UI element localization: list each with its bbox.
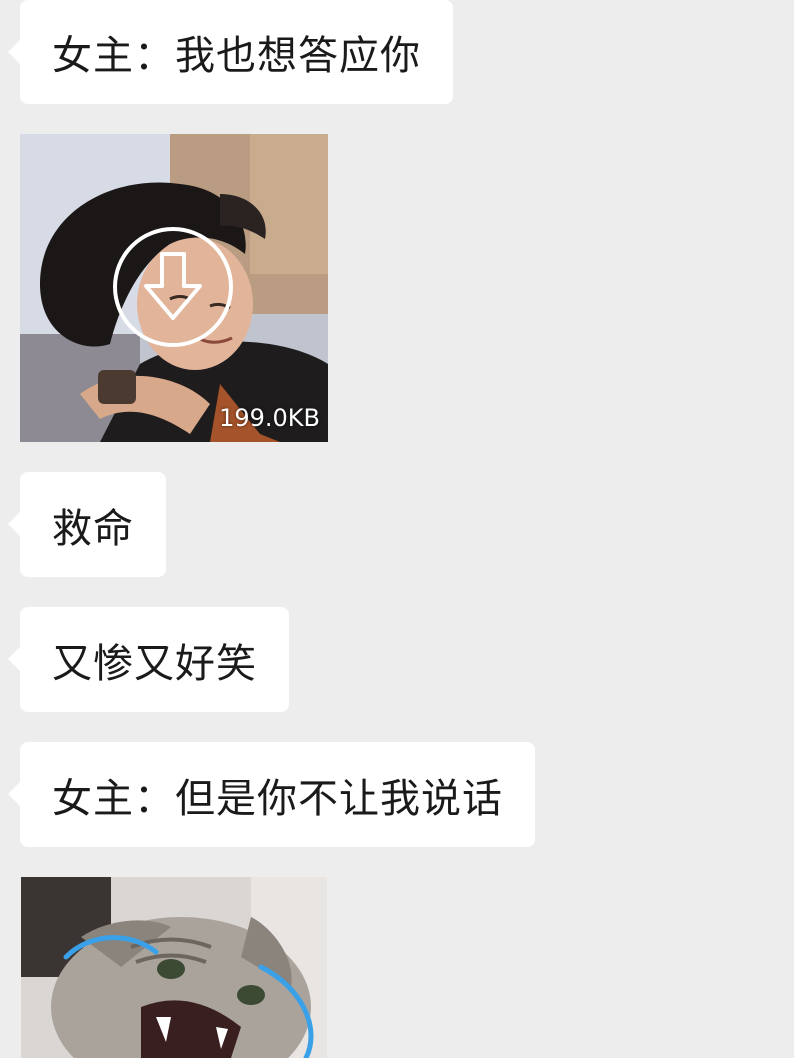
message-text-bubble: 女主：我也想答应你 xyxy=(8,0,453,104)
message-text-bubble: 又惨又好笑 xyxy=(8,607,289,712)
image-message-cat-sticker[interactable] xyxy=(21,877,327,1058)
message-bubble-4[interactable]: 又惨又好笑 xyxy=(8,607,289,712)
message-text: 又惨又好笑 xyxy=(52,640,257,687)
chat-message-list: 女主：我也想答应你 199.0KB 救命 又惨又好笑 女主：但是你不让我说话 xyxy=(0,0,794,1058)
download-icon[interactable] xyxy=(112,226,234,348)
image-message-photo[interactable]: 199.0KB xyxy=(20,134,328,442)
message-bubble-5[interactable]: 女主：但是你不让我说话 xyxy=(8,742,535,847)
cat-sticker-image xyxy=(21,877,327,1058)
file-size-label: 199.0KB xyxy=(219,404,320,432)
message-text: 救命 xyxy=(52,505,134,552)
message-bubble-1[interactable]: 女主：我也想答应你 xyxy=(8,0,453,104)
message-text: 女主：我也想答应你 xyxy=(52,33,421,79)
message-bubble-3[interactable]: 救命 xyxy=(8,472,166,577)
message-text-bubble: 女主：但是你不让我说话 xyxy=(8,742,535,847)
message-text-bubble: 救命 xyxy=(8,472,166,577)
message-text: 女主：但是你不让我说话 xyxy=(52,775,503,822)
